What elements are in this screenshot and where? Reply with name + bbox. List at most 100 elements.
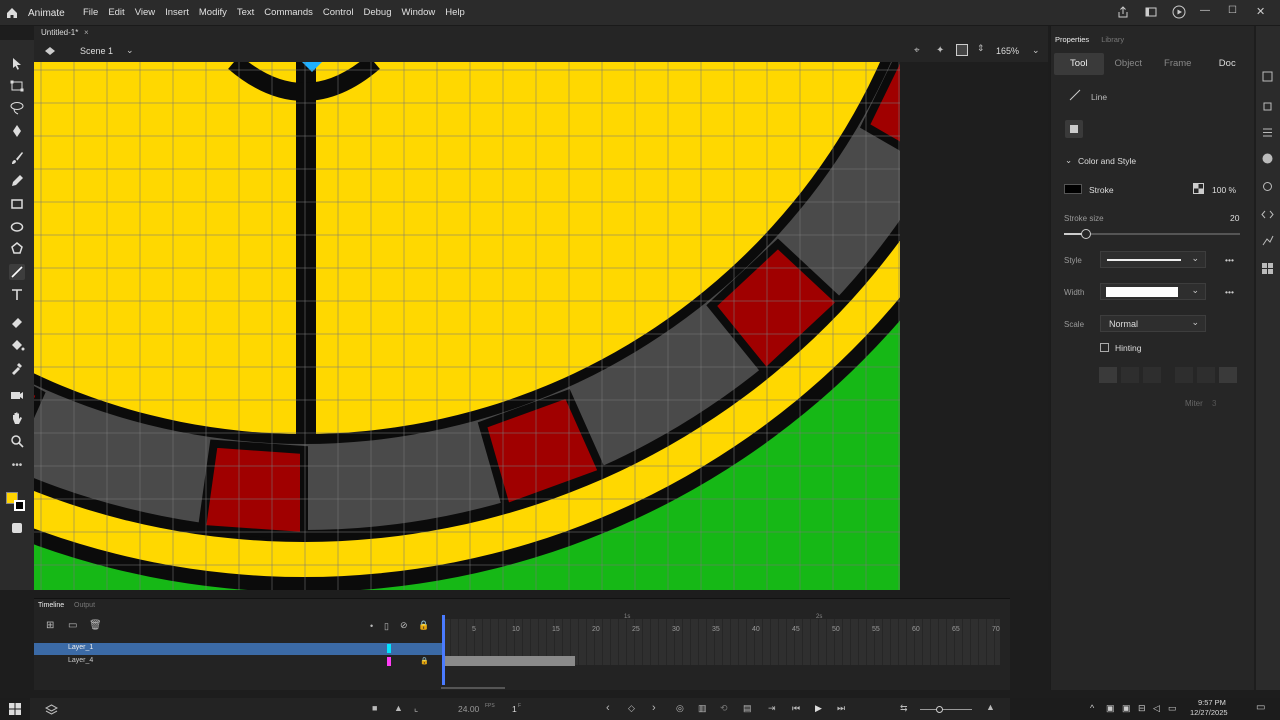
- stroke-size-slider[interactable]: [1064, 229, 1240, 239]
- menu-debug[interactable]: Debug: [364, 7, 392, 18]
- join-round-icon[interactable]: [1197, 367, 1215, 383]
- miter-value[interactable]: 3: [1212, 399, 1216, 408]
- more-tools-icon[interactable]: •••: [9, 460, 25, 476]
- insert-frame-icon[interactable]: ⇥: [768, 703, 776, 714]
- hand-tool-icon[interactable]: [9, 410, 25, 426]
- menu-text[interactable]: Text: [237, 7, 254, 18]
- stroke-alpha[interactable]: 100 %: [1212, 185, 1236, 195]
- rotate-stage-icon[interactable]: ⇕: [977, 43, 985, 54]
- join-miter-icon[interactable]: [1175, 367, 1193, 383]
- hinting-checkbox[interactable]: [1100, 343, 1109, 352]
- info-panel-icon[interactable]: [1261, 152, 1274, 165]
- tab-library[interactable]: Library: [1101, 35, 1124, 44]
- edit-symbols-icon[interactable]: ✦: [936, 45, 944, 56]
- timeline-scrollbar[interactable]: [441, 687, 505, 689]
- scene-icon[interactable]: [44, 45, 56, 57]
- line-tool-icon[interactable]: [9, 264, 25, 280]
- brush-tool-icon[interactable]: [9, 150, 25, 166]
- components-icon[interactable]: [1261, 262, 1274, 275]
- menu-view[interactable]: View: [135, 7, 155, 18]
- prev-keyframe-icon[interactable]: ‹: [606, 702, 610, 714]
- close-window-icon[interactable]: ✕: [1256, 5, 1270, 19]
- align-panel-icon[interactable]: [1261, 70, 1274, 83]
- cap-none-icon[interactable]: [1099, 367, 1117, 383]
- edit-multiple-frames-icon[interactable]: ▥: [698, 703, 707, 714]
- test-movie-icon[interactable]: [1172, 5, 1186, 19]
- onion-skin-icon[interactable]: ◎: [676, 703, 684, 714]
- share-icon[interactable]: [1116, 5, 1130, 19]
- selection-tool-icon[interactable]: [9, 56, 25, 72]
- notifications-icon[interactable]: ▭: [1256, 702, 1265, 713]
- style-options-icon[interactable]: •••: [1225, 255, 1234, 265]
- pencil-tool-icon[interactable]: [9, 173, 25, 189]
- motion-presets-icon[interactable]: [1261, 234, 1274, 247]
- subtab-frame[interactable]: Frame: [1153, 53, 1203, 75]
- timeline-zoom-slider[interactable]: [920, 706, 972, 713]
- paint-bucket-tool-icon[interactable]: [9, 337, 25, 353]
- code-snippets-icon[interactable]: [1261, 208, 1274, 221]
- layers-icon[interactable]: [45, 703, 58, 716]
- clock-date[interactable]: 12/27/2025: [1190, 708, 1228, 717]
- tab-properties[interactable]: Properties: [1055, 35, 1089, 44]
- maximize-icon[interactable]: ☐: [1228, 5, 1242, 19]
- tween-icon[interactable]: ⟲: [720, 703, 728, 714]
- menu-window[interactable]: Window: [402, 7, 436, 18]
- free-transform-tool-icon[interactable]: [9, 78, 25, 94]
- network-icon[interactable]: ⊟: [1138, 703, 1146, 714]
- graph-icon[interactable]: ⌞: [414, 703, 418, 714]
- cap-square-icon[interactable]: [1143, 367, 1161, 383]
- camera-icon[interactable]: ■: [372, 703, 377, 713]
- playhead[interactable]: [442, 615, 445, 685]
- scene-name[interactable]: Scene 1: [80, 46, 113, 56]
- pen-tool-icon[interactable]: [9, 123, 25, 139]
- play-icon[interactable]: ▶: [815, 703, 822, 714]
- minimize-icon[interactable]: —: [1200, 5, 1214, 19]
- subtab-tool[interactable]: Tool: [1054, 53, 1104, 75]
- stroke-size-slider-thumb[interactable]: [1081, 229, 1091, 239]
- step-back-icon[interactable]: ⏮: [792, 703, 800, 714]
- show-all-icon[interactable]: •: [370, 621, 373, 631]
- stroke-size-value[interactable]: 20: [1230, 213, 1239, 223]
- next-keyframe-icon[interactable]: ›: [652, 702, 656, 714]
- workspace-icon[interactable]: [1144, 5, 1158, 19]
- layer-name-2[interactable]: Layer_4: [68, 657, 93, 664]
- fps-value[interactable]: 24.00: [458, 704, 479, 714]
- polystar-tool-icon[interactable]: [9, 241, 25, 257]
- object-drawing-icon[interactable]: [9, 520, 25, 536]
- scale-dropdown[interactable]: Normal ⌄: [1100, 315, 1206, 332]
- menu-commands[interactable]: Commands: [264, 7, 313, 18]
- camera-tool-icon[interactable]: [9, 387, 25, 403]
- menu-file[interactable]: File: [83, 7, 98, 18]
- volume-icon[interactable]: ◁: [1153, 703, 1160, 714]
- insert-keyframe-icon[interactable]: ◇: [628, 703, 635, 714]
- timeline-mountain-icon[interactable]: ▲: [986, 702, 995, 712]
- transform-panel-icon[interactable]: [1261, 100, 1274, 113]
- zoom-tool-icon[interactable]: [9, 433, 25, 449]
- center-stage-icon[interactable]: ⌖: [914, 45, 920, 56]
- new-layer-icon[interactable]: ⊞: [46, 620, 54, 631]
- cap-round-icon[interactable]: [1121, 367, 1139, 383]
- menu-control[interactable]: Control: [323, 7, 354, 18]
- home-icon[interactable]: [5, 6, 19, 20]
- menu-help[interactable]: Help: [445, 7, 465, 18]
- new-folder-icon[interactable]: ▭: [68, 620, 77, 631]
- delete-layer-icon[interactable]: 🗑: [89, 620, 102, 631]
- width-dropdown[interactable]: ⌄: [1100, 283, 1206, 300]
- join-bevel-icon[interactable]: [1219, 367, 1237, 383]
- clock-time[interactable]: 9:57 PM: [1198, 698, 1226, 707]
- outline-icon[interactable]: ▯: [384, 621, 389, 632]
- stage-area[interactable]: [34, 62, 1048, 590]
- stage[interactable]: [34, 62, 900, 590]
- layer-depth-icon[interactable]: ▲: [394, 703, 403, 713]
- tab-timeline[interactable]: Timeline: [38, 602, 64, 609]
- style-dropdown[interactable]: ⌄: [1100, 251, 1206, 268]
- stroke-swatch[interactable]: [1064, 184, 1082, 194]
- layer-color-2[interactable]: [387, 657, 391, 666]
- layer-4-frame-span[interactable]: [443, 656, 575, 666]
- zoom-dropdown-icon[interactable]: ⌄: [1032, 45, 1040, 56]
- width-options-icon[interactable]: •••: [1225, 287, 1234, 297]
- document-tab[interactable]: Untitled-1*: [41, 28, 78, 37]
- section-color-style[interactable]: Color and Style: [1078, 156, 1136, 166]
- stage-artwork[interactable]: [34, 62, 900, 590]
- tray-app-icon-2[interactable]: ▣: [1122, 703, 1131, 714]
